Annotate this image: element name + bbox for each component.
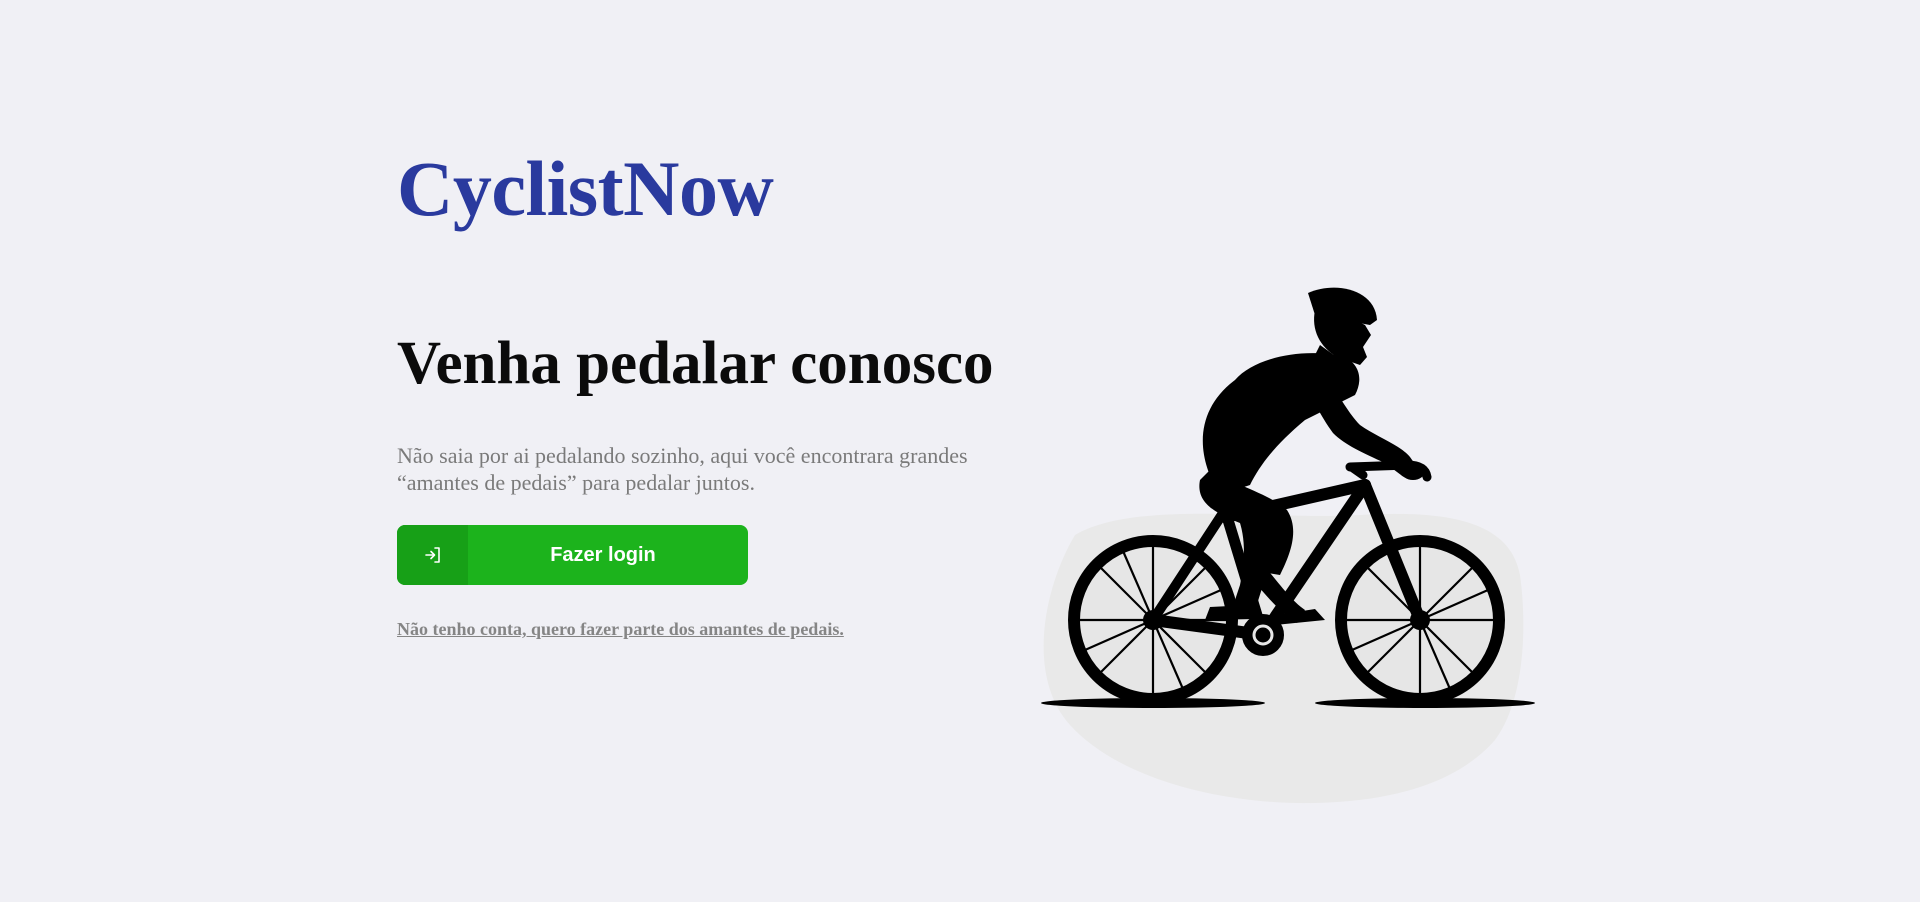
- login-button[interactable]: Fazer login: [397, 525, 748, 585]
- landing-page: CyclistNow Venha pedalar conosco Não sai…: [0, 0, 1920, 902]
- hero-description: Não saia por ai pedalando sozinho, aqui …: [397, 443, 968, 495]
- login-button-label: Fazer login: [550, 543, 656, 566]
- cyclist-silhouette-icon: [1041, 287, 1535, 804]
- hero-headline: Venha pedalar conosco: [397, 330, 994, 397]
- hero-content: CyclistNow Venha pedalar conosco Não sai…: [397, 150, 1037, 640]
- signup-link[interactable]: Não tenho conta, quero fazer parte dos a…: [397, 619, 844, 640]
- login-arrow-icon: [424, 547, 440, 563]
- brand-logo: CyclistNow: [397, 145, 774, 232]
- login-icon-box: [397, 525, 468, 585]
